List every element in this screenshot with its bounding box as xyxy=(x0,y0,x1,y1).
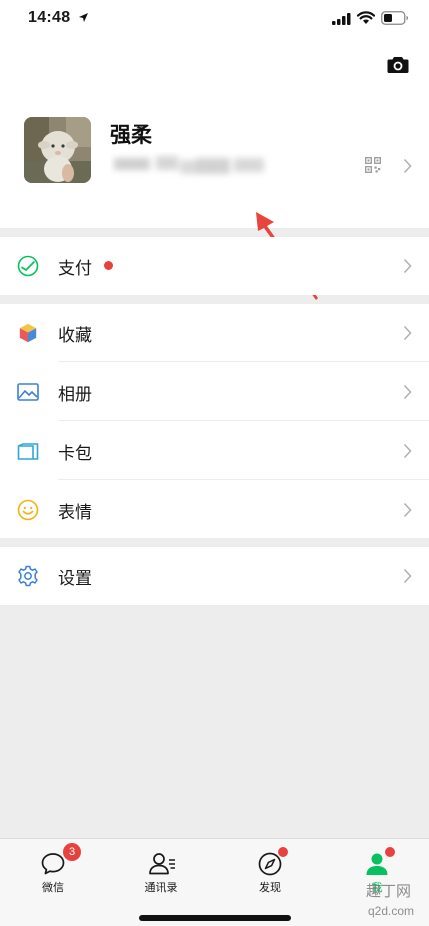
chevron-right-icon xyxy=(403,325,412,341)
chevron-right-icon xyxy=(403,502,412,518)
qr-code-icon[interactable] xyxy=(365,157,381,173)
services-group: 收藏 相册 卡包 表情 xyxy=(0,304,429,538)
row-divider xyxy=(58,361,429,362)
contacts-icon xyxy=(149,853,175,875)
settings-group: 设置 xyxy=(0,547,429,605)
location-arrow-icon xyxy=(79,13,88,22)
discover-notification-dot xyxy=(278,847,288,857)
menu-item-pay-label: 支付 xyxy=(58,259,92,279)
chevron-right-icon xyxy=(403,568,412,584)
chevron-right-icon xyxy=(403,384,412,400)
camera-icon[interactable] xyxy=(387,56,409,74)
tab-discover-label: 发现 xyxy=(259,881,281,894)
menu-item-cards-label: 卡包 xyxy=(58,444,92,464)
tab-contacts-label: 通讯录 xyxy=(144,881,178,894)
chevron-right-icon xyxy=(403,443,412,459)
chats-unread-badge: 3 xyxy=(63,843,81,861)
album-icon xyxy=(17,383,39,401)
home-indicator xyxy=(139,915,291,921)
menu-item-settings-label: 设置 xyxy=(58,569,92,589)
tab-chats[interactable]: 3 微信 xyxy=(13,839,93,909)
menu-item-pay[interactable]: 支付 xyxy=(0,237,429,295)
menu-item-settings[interactable]: 设置 xyxy=(0,547,429,605)
smiley-icon xyxy=(17,499,39,521)
tab-contacts[interactable]: 通讯录 xyxy=(121,839,201,909)
card-wallet-icon xyxy=(17,443,39,460)
profile-nickname: 强柔 xyxy=(110,123,152,147)
pay-group: 支付 xyxy=(0,237,429,295)
status-time: 14:48 xyxy=(28,9,71,26)
menu-item-cards[interactable]: 卡包 xyxy=(0,422,429,480)
menu-item-favorites-label: 收藏 xyxy=(58,326,92,346)
row-divider xyxy=(58,420,429,421)
menu-item-stickers[interactable]: 表情 xyxy=(0,481,429,539)
chevron-right-icon xyxy=(403,258,412,274)
profile-header[interactable]: 强柔 xyxy=(0,36,429,300)
bottom-tab-bar: 3 微信 通讯录 发现 我 xyxy=(0,838,429,926)
watermark-url: q2d.com xyxy=(368,904,415,918)
blurred-wechat-id xyxy=(114,156,264,174)
menu-item-album[interactable]: 相册 xyxy=(0,363,429,421)
pay-notification-dot xyxy=(104,261,113,270)
wallet-icon xyxy=(17,255,39,277)
tab-chats-label: 微信 xyxy=(42,881,64,894)
watermark: 趣丁网 q2d.com xyxy=(366,880,426,924)
avatar[interactable] xyxy=(24,117,91,183)
me-notification-dot xyxy=(385,847,395,857)
battery-icon xyxy=(381,11,408,25)
menu-item-album-label: 相册 xyxy=(58,385,92,405)
wifi-icon xyxy=(357,11,375,24)
watermark-title: 趣丁网 xyxy=(366,882,412,900)
menu-item-stickers-label: 表情 xyxy=(58,503,92,523)
cellular-signal-icon xyxy=(332,13,351,25)
menu-item-favorites[interactable]: 收藏 xyxy=(0,304,429,362)
chevron-right-icon xyxy=(403,158,412,174)
favorites-cube-icon xyxy=(19,323,37,343)
tab-discover[interactable]: 发现 xyxy=(230,839,310,909)
row-divider xyxy=(58,479,429,480)
status-bar: 14:48 xyxy=(0,0,429,36)
gear-icon xyxy=(18,565,38,587)
chat-bubble-icon xyxy=(41,853,65,875)
